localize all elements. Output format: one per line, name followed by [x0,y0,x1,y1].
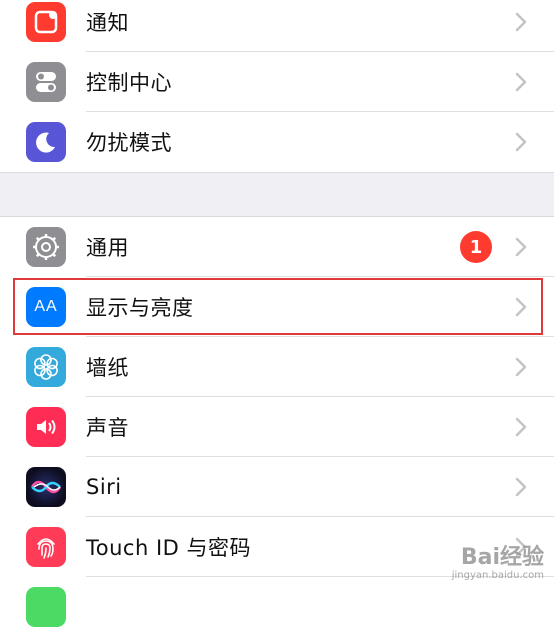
settings-row-sounds[interactable]: 声音 [0,397,554,457]
settings-row-do-not-disturb[interactable]: 勿扰模式 [0,112,554,172]
settings-row-label: 控制中心 [86,71,172,95]
chevron-right-icon [515,12,527,32]
settings-row-label: 墙纸 [86,356,129,380]
settings-row-label: 勿扰模式 [86,131,172,155]
settings-row-label: Siri [86,475,122,499]
display-brightness-icon: AA [26,287,66,327]
gear-icon [26,227,66,267]
siri-icon [26,467,66,507]
speaker-icon [26,407,66,447]
partial-app-icon [26,587,66,627]
watermark: Bai经验 jingyan.baidu.com [452,547,544,581]
settings-row-wallpaper[interactable]: 墙纸 [0,337,554,397]
watermark-sub: jingyan.baidu.com [451,570,544,581]
chevron-right-icon [515,417,527,437]
chevron-right-icon [515,132,527,152]
watermark-main: Bai经验 [460,545,544,570]
settings-row-general[interactable]: 通用 1 [0,217,554,277]
settings-row-label: 通用 [86,236,129,260]
moon-icon [26,122,66,162]
display-icon-text: AA [34,298,58,315]
control-center-icon [26,62,66,102]
settings-row-label: 声音 [86,416,129,440]
settings-row-label: Touch ID 与密码 [86,536,251,560]
settings-row-control-center[interactable]: 控制中心 [0,52,554,112]
settings-row-partial[interactable] [0,577,554,637]
settings-row-label: 显示与亮度 [86,296,194,320]
chevron-right-icon [515,477,527,497]
settings-row-display-brightness[interactable]: AA 显示与亮度 [0,277,554,337]
chevron-right-icon [515,237,527,257]
settings-row-label: 通知 [86,11,129,35]
chevron-right-icon [515,72,527,92]
fingerprint-icon [26,527,66,567]
settings-group-1: 通知 控制中心 勿扰模式 [0,0,554,173]
chevron-right-icon [515,297,527,317]
flower-icon [26,347,66,387]
notification-badge: 1 [460,231,492,263]
settings-row-siri[interactable]: Siri [0,457,554,517]
notifications-icon [26,2,66,42]
settings-row-notifications[interactable]: 通知 [0,0,554,52]
chevron-right-icon [515,357,527,377]
